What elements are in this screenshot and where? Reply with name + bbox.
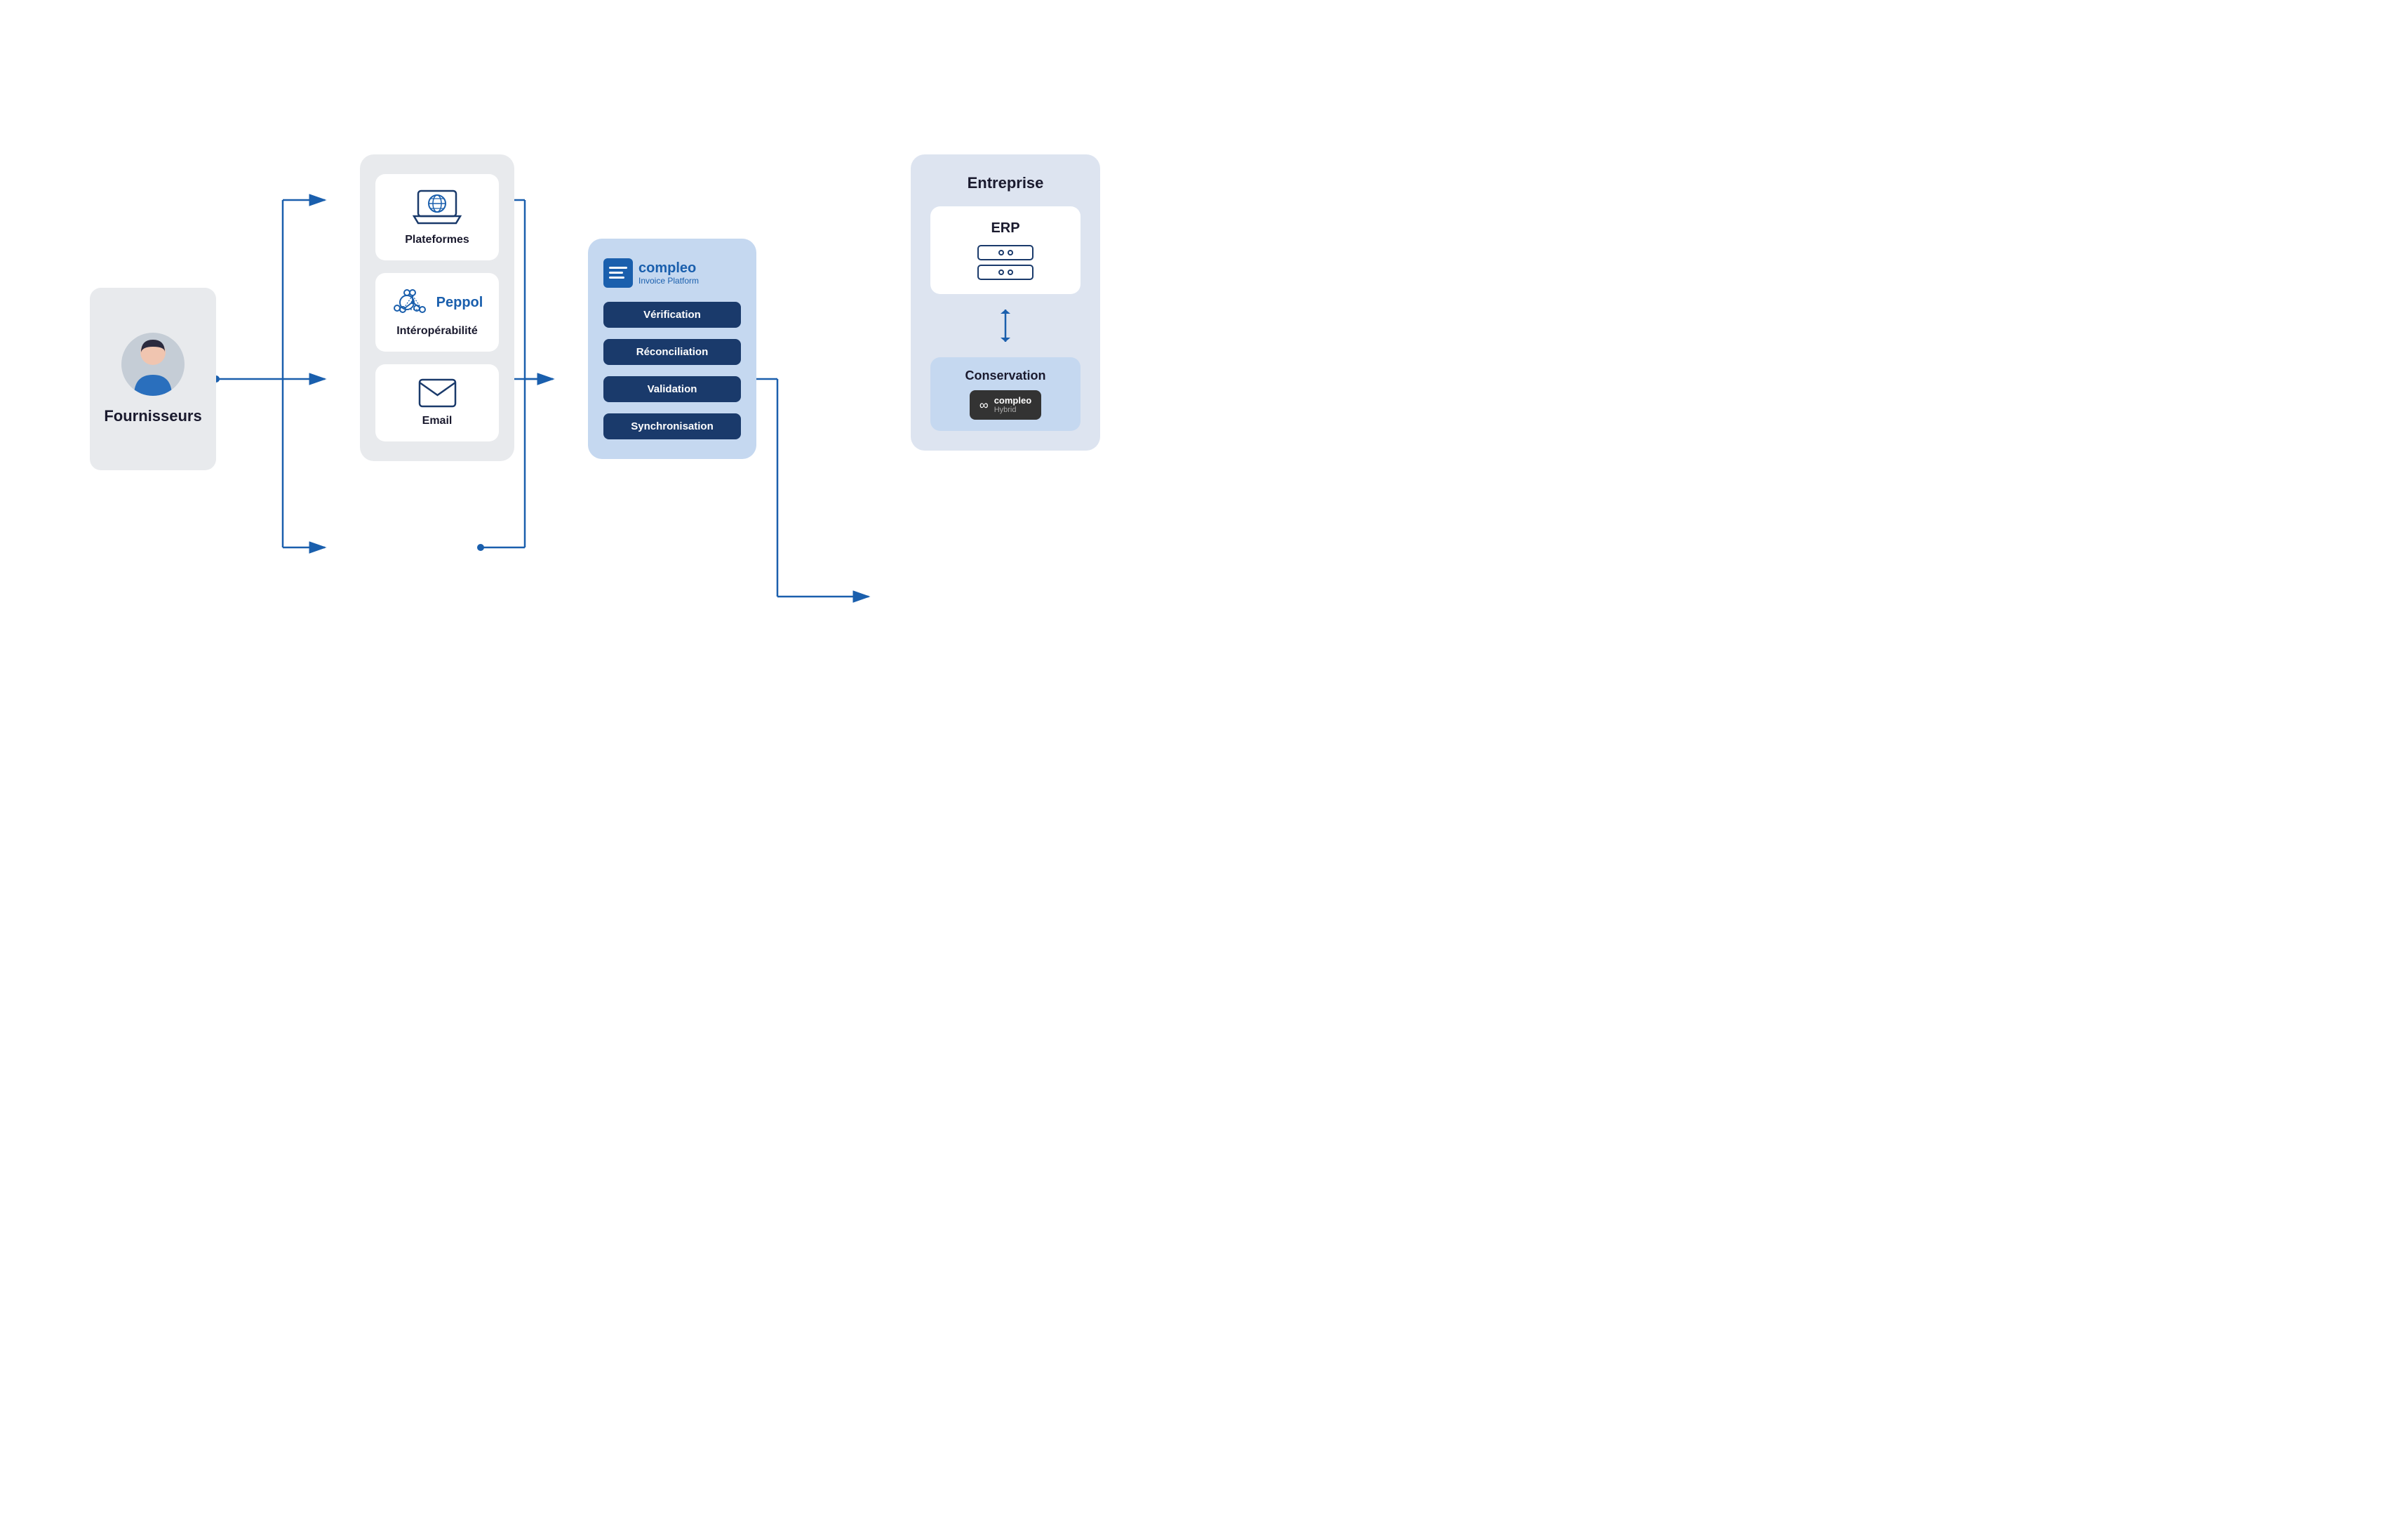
avatar (121, 333, 185, 396)
hybrid-text: compleo Hybrid (994, 396, 1031, 414)
server-dot-4 (1008, 270, 1013, 275)
email-label: Email (422, 415, 453, 427)
plateformes-card: Plateformes (375, 174, 499, 260)
hybrid-sub-label: Hybrid (994, 406, 1031, 414)
peppol-icon-row: Peppol (392, 287, 483, 318)
compleo-hybrid-logo: ∞ compleo Hybrid (970, 390, 1041, 420)
fournisseurs-block: Fournisseurs (90, 288, 216, 470)
conservation-block: Conservation ∞ compleo Hybrid (930, 357, 1081, 431)
diagram-container: Fournisseurs Plateformes (76, 63, 1128, 695)
compleo-title: compleo (638, 260, 699, 276)
email-card: Email (375, 364, 499, 441)
email-icon (418, 378, 457, 408)
compleo-logo-text: compleo Invoice Platform (638, 260, 699, 286)
entreprise-block: Entreprise ERP (911, 154, 1100, 451)
validation-btn: Validation (603, 376, 741, 402)
compleo-block: compleo Invoice Platform Vérification Ré… (588, 239, 756, 459)
reconciliation-btn: Réconciliation (603, 339, 741, 365)
channels-block: Plateformes (360, 154, 514, 461)
server-row-2 (977, 265, 1034, 280)
hybrid-compleo-label: compleo (994, 396, 1031, 406)
compleo-logo-area: compleo Invoice Platform (603, 258, 699, 288)
interoperabilite-label: Intéropérabilité (396, 325, 478, 338)
fournisseurs-label: Fournisseurs (104, 407, 201, 425)
conservation-label: Conservation (965, 368, 1045, 383)
hybrid-infinity-icon: ∞ (979, 398, 989, 413)
server-dot (998, 250, 1004, 255)
server-row-1 (977, 245, 1034, 260)
interoperabilite-card: Peppol Intéropérabilité (375, 273, 499, 352)
compleo-subtitle: Invoice Platform (638, 276, 699, 286)
entreprise-title: Entreprise (968, 174, 1044, 192)
server-icon (977, 245, 1034, 280)
erp-block: ERP (930, 206, 1081, 294)
server-dot-2 (1008, 250, 1013, 255)
verification-btn: Vérification (603, 302, 741, 328)
vertical-arrow (995, 308, 1016, 343)
plateformes-label: Plateformes (405, 234, 469, 246)
synchronisation-btn: Synchronisation (603, 413, 741, 439)
server-dot-3 (998, 270, 1004, 275)
laptop-icon (413, 188, 462, 227)
erp-label: ERP (991, 220, 1019, 237)
